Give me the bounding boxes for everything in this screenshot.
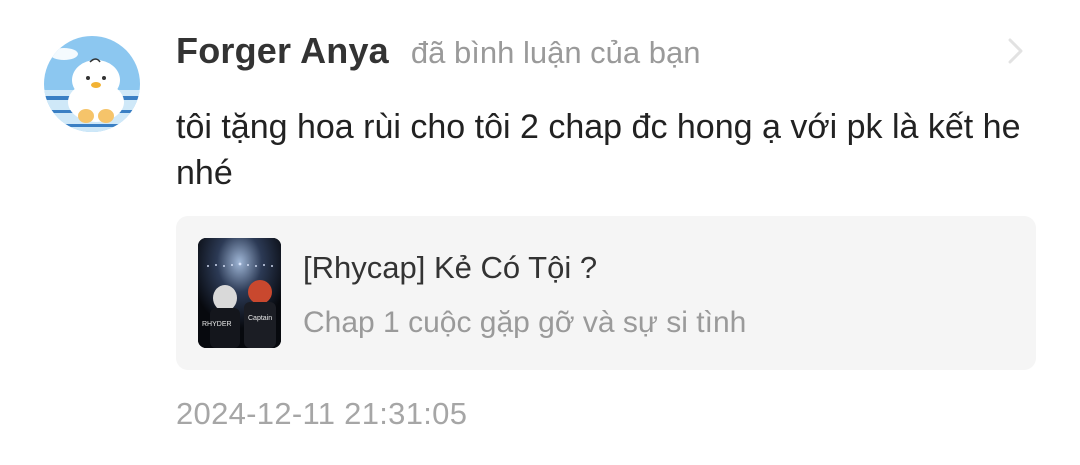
story-cover: RHYDER Captain xyxy=(198,238,281,348)
cover-text-captain: Captain xyxy=(248,315,272,322)
chevron-right-icon[interactable] xyxy=(1002,36,1028,66)
cartoon-chick-avatar-icon xyxy=(44,36,140,132)
user-avatar[interactable] xyxy=(44,36,140,132)
story-cover-image-icon: RHYDER Captain xyxy=(198,238,281,348)
timestamp: 2024-12-11 21:31:05 xyxy=(176,396,468,431)
notification-header: Forger Anya đã bình luận của bạn xyxy=(176,30,701,72)
story-title: [Rhycap] Kẻ Có Tội ? xyxy=(303,250,598,285)
comment-text: tôi tặng hoa rùi cho tôi 2 chap đc hong … xyxy=(176,108,1021,192)
story-card[interactable]: RHYDER Captain [Rhycap] Kẻ Có Tội ? Chap… xyxy=(176,216,1036,370)
chapter-title: Chap 1 cuộc gặp gỡ và sự si tình xyxy=(303,306,747,339)
cover-text-rhyder: RHYDER xyxy=(202,321,232,328)
username[interactable]: Forger Anya xyxy=(176,30,389,72)
action-text: đã bình luận của bạn xyxy=(410,35,701,70)
comment-notification[interactable]: Forger Anya đã bình luận của bạn tôi tặn… xyxy=(0,0,1080,465)
